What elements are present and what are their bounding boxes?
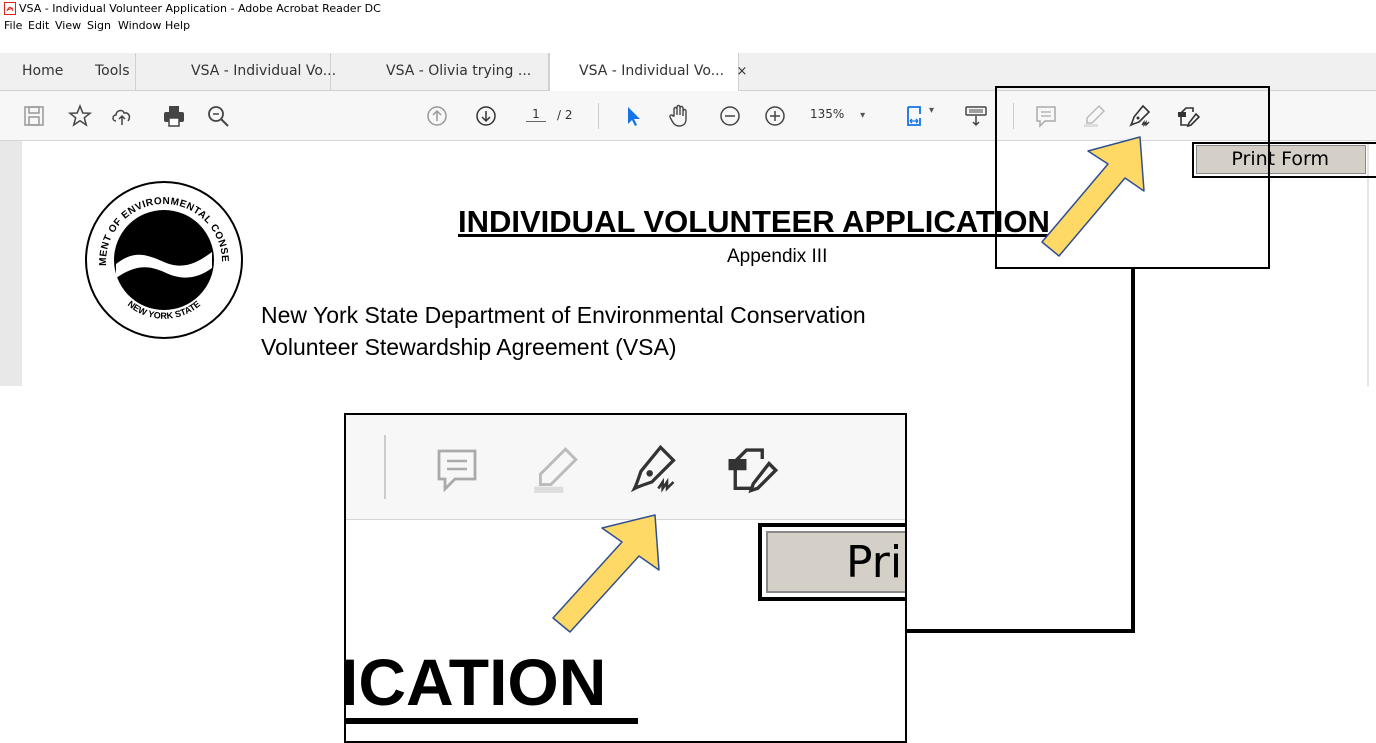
zoom-toolbar bbox=[346, 415, 905, 520]
zoom-out-icon[interactable] bbox=[718, 104, 742, 128]
bookmark-star-icon[interactable] bbox=[68, 104, 92, 128]
zoom-highlight-icon bbox=[534, 447, 578, 493]
nysdec-seal-logo: DEPARTMENT OF ENVIRONMENTAL CONSERVATION… bbox=[84, 180, 243, 339]
callout-arrow bbox=[1041, 136, 1145, 257]
document-subtitle: Appendix III bbox=[727, 246, 828, 267]
fit-page-dropdown-icon[interactable]: ▾ bbox=[929, 105, 934, 116]
tab-doc-3[interactable]: VSA - Individual Vo... × bbox=[549, 53, 747, 91]
zoom-title-fragment: ICATION bbox=[344, 645, 607, 719]
select-arrow-icon[interactable] bbox=[622, 104, 646, 128]
window-title: VSA - Individual Volunteer Application -… bbox=[19, 2, 381, 15]
keyboard-scroll-icon[interactable] bbox=[964, 104, 988, 128]
zoom-search-icon[interactable] bbox=[206, 104, 230, 128]
chevron-down-icon: ▾ bbox=[860, 110, 866, 121]
tab-doc-2[interactable]: VSA - Olivia trying ... bbox=[331, 53, 549, 90]
print-icon[interactable] bbox=[162, 104, 186, 128]
zoom-level-value: 135% bbox=[810, 107, 845, 121]
page-up-icon[interactable] bbox=[425, 104, 449, 128]
toolbar-divider bbox=[598, 103, 599, 129]
menu-bar: File Edit View Sign Window Help bbox=[0, 18, 1376, 34]
save-icon[interactable] bbox=[22, 104, 46, 128]
menu-help[interactable]: Help bbox=[165, 19, 190, 32]
page-total: / 2 bbox=[557, 108, 573, 122]
zoom-toolbar-divider bbox=[384, 435, 386, 499]
menu-file[interactable]: File bbox=[4, 19, 22, 32]
menu-view[interactable]: View bbox=[55, 19, 81, 32]
menu-window[interactable]: Window bbox=[118, 19, 161, 32]
zoom-inset: Prir ICATION bbox=[344, 413, 907, 743]
page-down-icon[interactable] bbox=[474, 104, 498, 128]
menu-edit[interactable]: Edit bbox=[28, 19, 49, 32]
zoom-in-icon[interactable] bbox=[763, 104, 787, 128]
zoom-fill-sign-icon bbox=[630, 444, 676, 493]
page-number-input[interactable]: 1 bbox=[526, 107, 546, 122]
connector-line-horizontal bbox=[906, 629, 1135, 633]
page-gutter bbox=[0, 141, 22, 386]
fit-page-icon[interactable] bbox=[904, 104, 928, 128]
zoom-level-select[interactable]: 135% ▾ bbox=[810, 107, 865, 121]
zoom-edit-pdf-icon bbox=[728, 448, 778, 494]
zoom-callout-arrow bbox=[552, 514, 660, 633]
zoom-title-underline bbox=[346, 718, 638, 724]
zoom-print-button: Prir bbox=[766, 531, 905, 593]
org-line-2: Volunteer Stewardship Agreement (VSA) bbox=[261, 334, 677, 360]
tab-doc-3-label: VSA - Individual Vo... bbox=[579, 63, 725, 79]
upload-cloud-icon[interactable] bbox=[110, 104, 134, 128]
hand-icon[interactable] bbox=[666, 104, 690, 128]
menu-sign[interactable]: Sign bbox=[87, 19, 111, 32]
title-bar: VSA - Individual Volunteer Application -… bbox=[0, 0, 1376, 18]
tab-tools[interactable]: Tools bbox=[82, 53, 136, 90]
document-title: INDIVIDUAL VOLUNTEER APPLICATION bbox=[458, 204, 1050, 239]
tab-home[interactable]: Home bbox=[22, 53, 82, 90]
pdf-icon bbox=[4, 2, 16, 15]
zoom-comment-icon bbox=[437, 449, 477, 493]
connector-line-vertical bbox=[1131, 269, 1135, 633]
org-line-1: New York State Department of Environment… bbox=[261, 302, 866, 328]
tab-doc-1[interactable]: VSA - Individual Vo... bbox=[136, 53, 336, 90]
tab-close-icon[interactable]: × bbox=[737, 64, 748, 79]
